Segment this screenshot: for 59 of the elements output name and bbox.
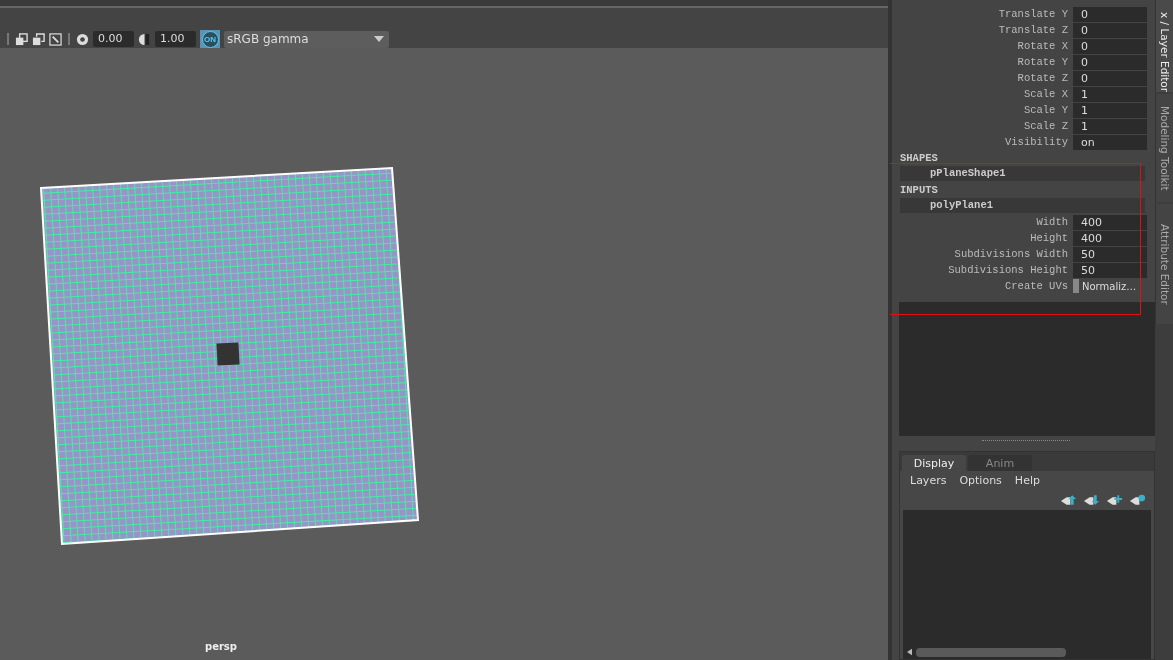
layer-editor-tab[interactable]: Anim <box>968 455 1032 471</box>
channel-label: Scale Z <box>1022 120 1069 132</box>
attribute-value-field[interactable]: 400 <box>1073 230 1147 246</box>
channel-value-field[interactable]: 0 <box>1073 70 1147 86</box>
channel-value-field[interactable]: 1 <box>1073 118 1147 134</box>
gamma-field[interactable]: 1.00 <box>155 31 196 47</box>
overlap-squares-icon[interactable] <box>15 32 28 46</box>
scrollbar-thumb[interactable] <box>916 647 1066 657</box>
enum-value-field[interactable]: Normaliz… <box>1073 278 1149 294</box>
camera-label: persp <box>205 641 237 652</box>
framed-diagonal-icon[interactable] <box>49 32 62 46</box>
layer-up-arrow-icon[interactable] <box>1060 494 1077 506</box>
attribute-label: Subdivisions Width <box>953 248 1069 260</box>
channel-value-field[interactable]: 0 <box>1073 54 1147 70</box>
aperture-icon[interactable] <box>76 32 89 46</box>
exposure-field[interactable]: 0.00 <box>93 31 134 47</box>
channel-value-field[interactable]: 1 <box>1073 86 1147 102</box>
attribute-value-field[interactable]: 50 <box>1073 262 1147 278</box>
color-space-dropdown[interactable]: sRGB gamma <box>224 30 389 48</box>
attribute-value-field[interactable]: 400 <box>1073 214 1147 230</box>
channel-label: Scale X <box>1022 88 1069 100</box>
channel-value-field[interactable]: 0 <box>1073 6 1147 22</box>
layer-editor-tab[interactable]: Display <box>902 455 966 471</box>
channel-value-field[interactable]: 1 <box>1073 102 1147 118</box>
section-header: INPUTS <box>899 183 939 198</box>
viewport[interactable]: persp <box>0 48 888 660</box>
side-tab[interactable]: Modeling Toolkit <box>1155 94 1173 202</box>
menu-item[interactable]: Help <box>1014 474 1040 492</box>
side-tab[interactable]: Attribute Editor <box>1155 204 1173 324</box>
caret-icon <box>374 36 384 42</box>
shape-node-item[interactable]: pPlaneShape1 <box>900 166 1145 181</box>
channel-value-field[interactable]: on <box>1073 134 1147 150</box>
square-corner-icon[interactable] <box>32 32 45 46</box>
view-transform-toggle[interactable]: ON <box>200 30 220 48</box>
attribute-label: Create UVs <box>1004 280 1069 292</box>
splitter-handle[interactable] <box>982 440 1070 443</box>
attribute-value-field[interactable]: 50 <box>1073 246 1147 262</box>
half-circle-icon[interactable] <box>138 32 151 46</box>
layer-dot-icon[interactable] <box>1129 494 1146 506</box>
channel-label: Rotate Y <box>1016 56 1069 68</box>
channel-label: Translate Z <box>997 24 1069 36</box>
layer-plus-icon[interactable] <box>1106 494 1123 506</box>
attribute-label: Height <box>1029 232 1069 244</box>
attribute-label: Subdivisions Height <box>947 264 1069 276</box>
scroll-left-icon[interactable] <box>907 648 912 656</box>
channel-label: Rotate Z <box>1016 72 1069 84</box>
channel-value-field[interactable]: 0 <box>1073 22 1147 38</box>
side-tab[interactable]: x / Layer Editor <box>1155 0 1173 92</box>
channel-label: Visibility <box>1004 136 1069 148</box>
layer-down-arrow-icon[interactable] <box>1083 494 1100 506</box>
attribute-label: Width <box>1035 216 1069 228</box>
channel-label: Translate Y <box>997 8 1069 20</box>
section-header: SHAPES <box>899 151 939 166</box>
menu-item[interactable]: Layers <box>910 474 947 492</box>
channel-label: Scale Y <box>1022 104 1069 116</box>
channel-label: Rotate X <box>1016 40 1069 52</box>
menu-item[interactable]: Options <box>959 474 1002 492</box>
channel-value-field[interactable]: 0 <box>1073 38 1147 54</box>
input-node-item[interactable]: polyPlane1 <box>900 198 1145 213</box>
